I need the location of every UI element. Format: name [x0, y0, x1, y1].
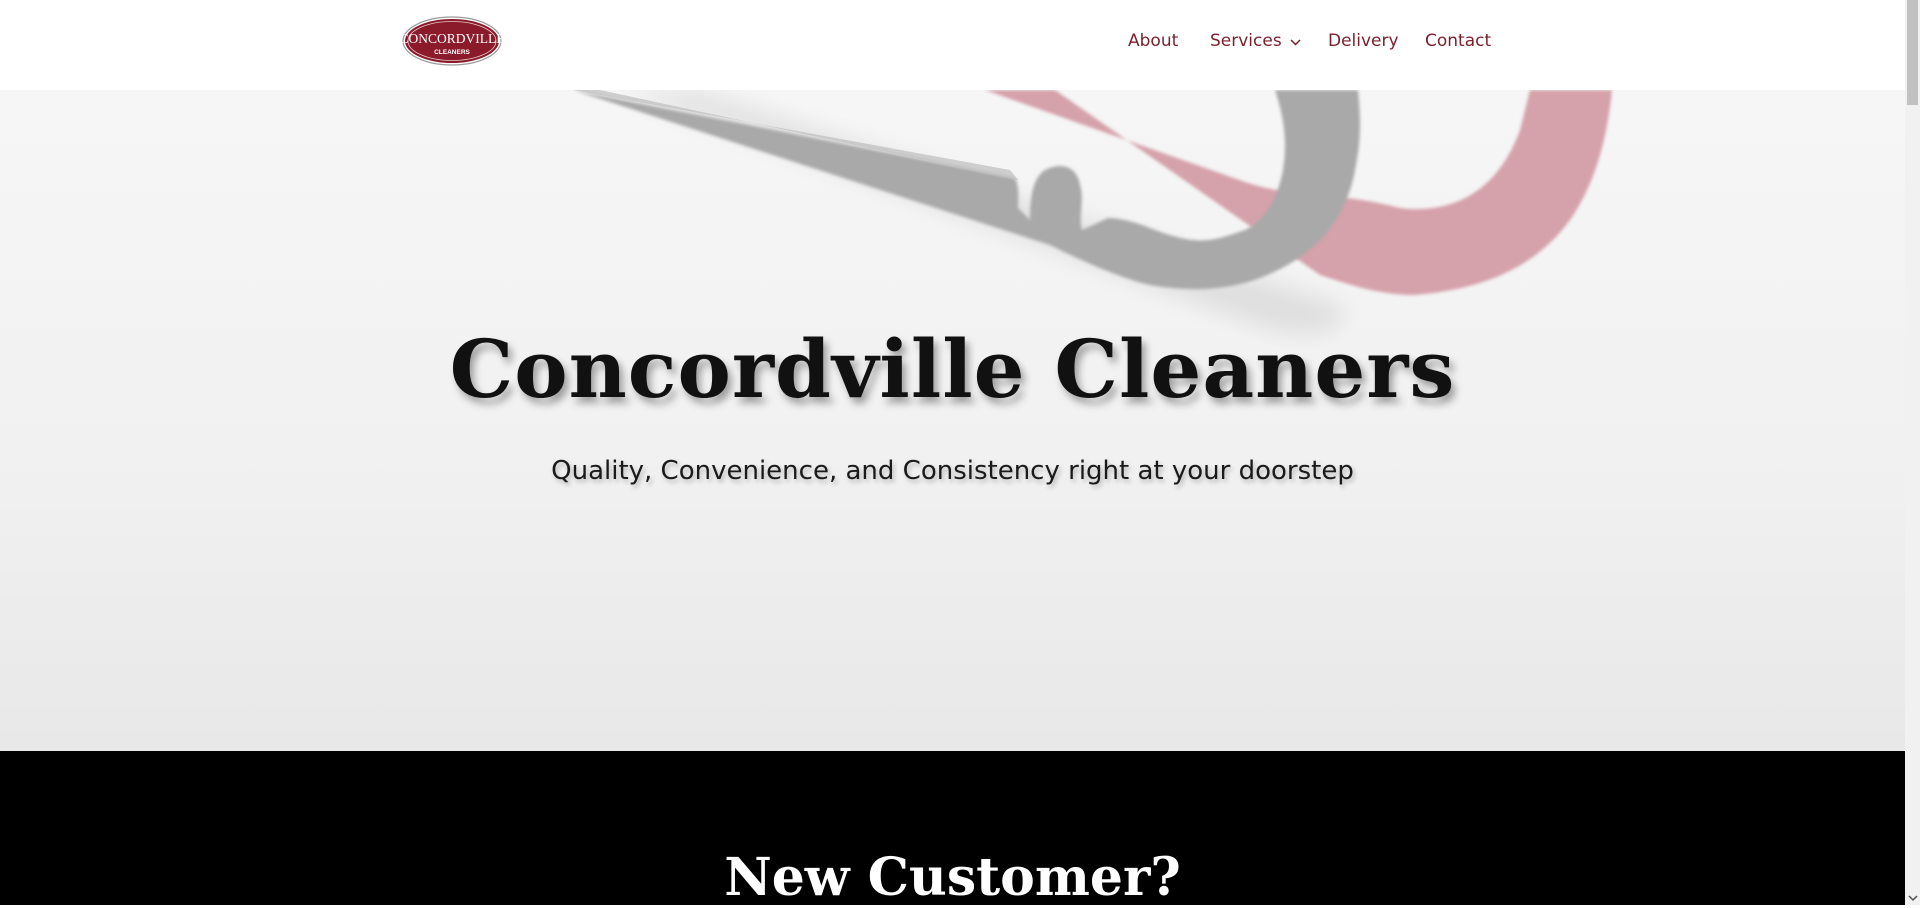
- hanger-background-image: [573, 90, 1612, 334]
- hero-title: Concordville Cleaners: [449, 322, 1456, 416]
- nav-contact[interactable]: Contact: [1425, 31, 1491, 51]
- nav-services-label: Services: [1210, 31, 1282, 51]
- logo-text-line1: CONCORDVILLE: [402, 31, 502, 46]
- logo-text-line2: CLEANERS: [434, 49, 470, 56]
- page-scrollbar[interactable]: [1905, 0, 1920, 905]
- new-customer-heading: New Customer?: [724, 847, 1181, 905]
- hero-section: Concordville Cleaners Quality, Convenien…: [0, 90, 1905, 751]
- logo-icon: CONCORDVILLE CLEANERS: [400, 16, 505, 66]
- page: CONCORDVILLE CLEANERS About Services Del…: [0, 0, 1905, 905]
- site-header: CONCORDVILLE CLEANERS About Services Del…: [0, 0, 1905, 90]
- scrollbar-thumb[interactable]: [1907, 0, 1918, 105]
- hero-subtitle: Quality, Convenience, and Consistency ri…: [551, 456, 1354, 486]
- arrow-down-icon[interactable]: [1908, 890, 1918, 902]
- chevron-down-icon: [1290, 31, 1301, 51]
- logo-link[interactable]: CONCORDVILLE CLEANERS: [400, 16, 505, 66]
- nav-delivery[interactable]: Delivery: [1328, 31, 1399, 51]
- nav-about[interactable]: About: [1128, 31, 1178, 51]
- new-customer-section: New Customer?: [0, 751, 1905, 905]
- nav-services[interactable]: Services: [1210, 31, 1301, 51]
